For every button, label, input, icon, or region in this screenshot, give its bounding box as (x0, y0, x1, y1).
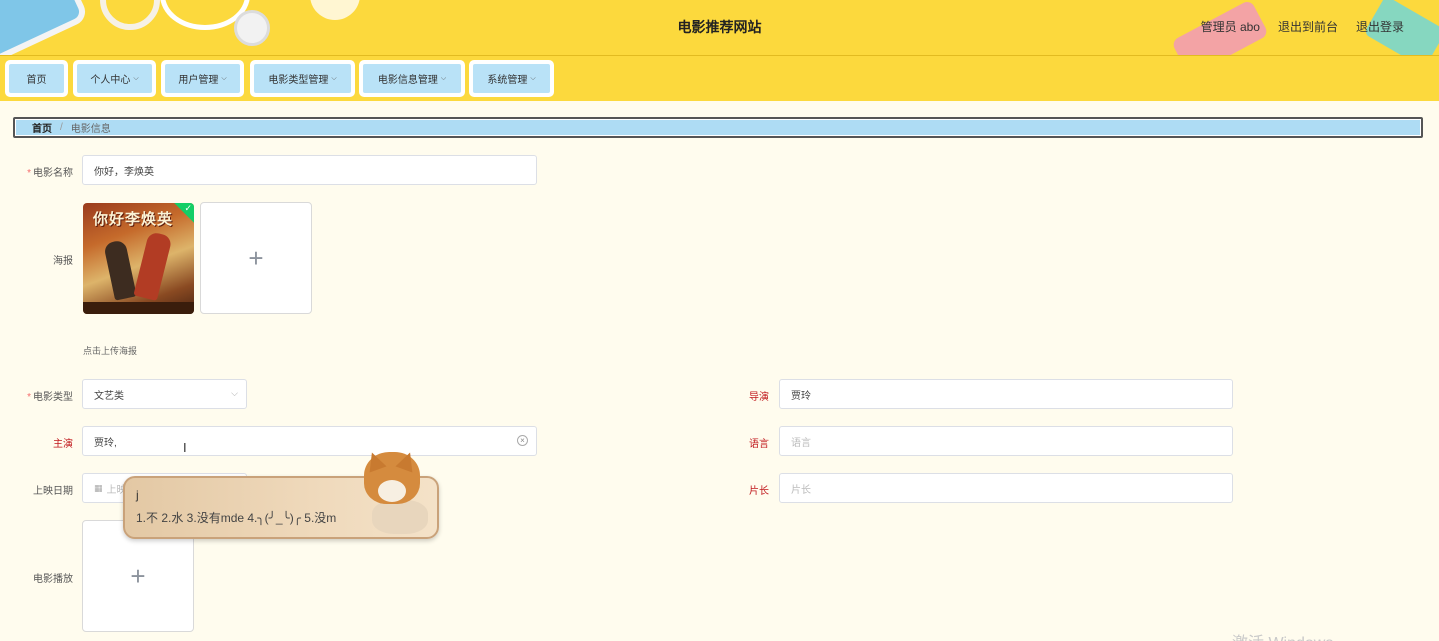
ime-candidate-list[interactable]: 1.不 2.水 3.没有mde 4.╮(╯_╰)╭ 5.没m (136, 509, 336, 526)
clear-icon[interactable]: × (517, 435, 528, 446)
movie-type-value: 文艺类 (94, 390, 124, 402)
breadcrumb: 首页 / 电影信息 (13, 117, 1423, 138)
check-icon: ✓ (184, 203, 192, 213)
movie-type-label: * 电影类型 (27, 392, 73, 403)
director-input[interactable]: 贾玲 (779, 379, 1233, 409)
text-cursor-icon: I (183, 440, 187, 455)
actors-input[interactable]: 贾玲, × (82, 426, 537, 456)
nav-item-home[interactable]: 首页 (5, 60, 68, 97)
nav-item-label: 用户管理 (178, 75, 219, 86)
nav-item-label: 首页 (26, 75, 47, 86)
poster-upload-hint: 点击上传海报 (83, 346, 138, 356)
calendar-icon: ▦ (94, 482, 103, 493)
nav-item-label: 个人中心 (90, 75, 131, 86)
movie-name-input[interactable]: 你好，李焕英 (82, 155, 537, 185)
duration-label: 片长 (749, 486, 769, 497)
poster-figure (133, 231, 173, 301)
main-nav: 首页 个人中心 ⌵ 用户管理 ⌵ 电影类型管理 ⌵ 电影信息管理 ⌵ 系统管理 ⌵ (0, 56, 1439, 101)
poster-upload-button[interactable]: + (200, 202, 312, 314)
header-links: 管理员 abo 退出到前台 退出登录 (1201, 18, 1404, 35)
poster-strip (83, 302, 194, 314)
video-label: 电影播放 (33, 574, 73, 585)
language-label: 语言 (749, 439, 769, 450)
shiba-dog-image (372, 500, 428, 534)
duration-input[interactable]: 片长 (779, 473, 1233, 503)
language-input[interactable]: 语言 (779, 426, 1233, 456)
poster-label: 海报 (53, 256, 73, 267)
nav-item-movie-type-management[interactable]: 电影类型管理 ⌵ (250, 60, 355, 97)
chevron-down-icon: ⌵ (440, 74, 447, 82)
admin-user-link[interactable]: 管理员 abo (1201, 18, 1260, 35)
nav-item-label: 系统管理 (487, 75, 528, 86)
exit-to-frontend-link[interactable]: 退出到前台 (1278, 18, 1338, 35)
poster-title-text: 你好李焕英 (93, 211, 174, 228)
poster-figure (103, 239, 137, 301)
chevron-down-icon: ⌵ (231, 388, 238, 398)
nav-item-personal-center[interactable]: 个人中心 ⌵ (73, 60, 156, 97)
director-label: 导演 (749, 392, 769, 403)
plus-icon: + (248, 242, 264, 273)
breadcrumb-home[interactable]: 首页 (32, 120, 52, 135)
poster-thumbnail[interactable]: 你好李焕英 ✓ (83, 203, 194, 314)
actors-value: 贾玲, (94, 437, 117, 449)
nav-item-label: 电影信息管理 (377, 75, 438, 86)
movie-name-label: * 电影名称 (27, 168, 73, 179)
chevron-down-icon: ⌵ (133, 74, 139, 82)
nav-item-user-management[interactable]: 用户管理 ⌵ (161, 60, 244, 97)
movie-type-select[interactable]: 文艺类 ⌵ (82, 379, 247, 409)
logout-link[interactable]: 退出登录 (1356, 18, 1404, 35)
release-date-label: 上映日期 (33, 486, 73, 497)
plus-icon: + (130, 560, 146, 591)
nav-item-system-management[interactable]: 系统管理 ⌵ (469, 60, 554, 97)
chevron-down-icon: ⌵ (331, 74, 337, 82)
shiba-dog-face (378, 480, 406, 502)
actors-label: 主演 (53, 439, 73, 450)
breadcrumb-current: 电影信息 (70, 124, 111, 135)
chevron-down-icon: ⌵ (530, 74, 536, 82)
header-bar: 电影推荐网站 管理员 abo 退出到前台 退出登录 (0, 0, 1439, 56)
nav-item-label: 电影类型管理 (268, 75, 329, 86)
chevron-down-icon: ⌵ (221, 74, 227, 82)
windows-activation-watermark: 激活 Windows (1232, 629, 1333, 641)
ime-typed-text: j (136, 488, 139, 502)
breadcrumb-separator: / (60, 122, 63, 133)
nav-item-movie-info-management[interactable]: 电影信息管理 ⌵ (359, 60, 465, 97)
